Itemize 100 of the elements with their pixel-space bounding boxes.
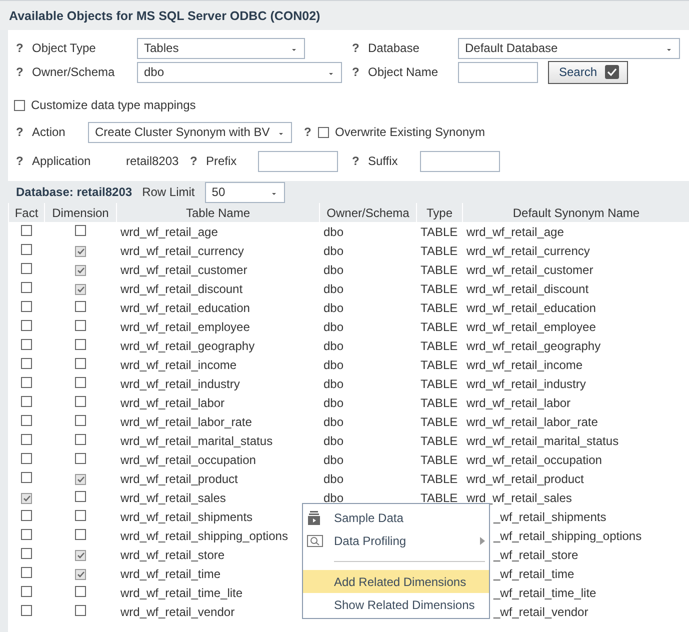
table-cell: wrd_wf_retail_geography xyxy=(466,338,601,352)
checkbox[interactable] xyxy=(21,586,32,596)
checkbox[interactable] xyxy=(75,264,86,276)
column-header[interactable]: Default Synonym Name xyxy=(462,203,689,222)
checkbox[interactable] xyxy=(75,490,86,502)
checkbox[interactable] xyxy=(21,452,32,464)
checkbox[interactable] xyxy=(75,510,86,520)
dropdown[interactable]: Default Database xyxy=(458,38,680,58)
checkbox[interactable] xyxy=(21,528,32,540)
table-cell: wrd_wf_retail_labor_rate xyxy=(466,414,598,428)
checkbox[interactable] xyxy=(21,566,32,578)
checkbox[interactable] xyxy=(21,434,32,444)
table-cell: _wf_retail_shipments xyxy=(494,510,606,524)
table-cell: wrd_wf_retail_age xyxy=(120,224,218,238)
help-icon[interactable]: ? xyxy=(304,125,312,139)
table-cell: dbo xyxy=(324,282,344,296)
checkbox[interactable] xyxy=(21,300,32,312)
checkbox[interactable] xyxy=(21,244,32,254)
table-cell: wrd_wf_retail_store xyxy=(120,548,225,562)
help-icon[interactable]: ? xyxy=(352,41,360,55)
checkbox[interactable] xyxy=(21,396,32,406)
search-button[interactable]: Search xyxy=(548,60,628,84)
checkbox[interactable] xyxy=(21,548,32,558)
checkbox[interactable] xyxy=(75,586,86,596)
row-limit-label: Row Limit xyxy=(142,185,195,199)
checkbox[interactable] xyxy=(75,434,86,444)
checkbox[interactable] xyxy=(75,338,86,350)
checkbox[interactable] xyxy=(318,126,329,138)
menu-item[interactable]: Data Profiling xyxy=(303,529,489,552)
table-cell: TABLE xyxy=(420,472,458,486)
table-cell: wrd_wf_retail_labor_rate xyxy=(120,414,252,428)
input-field[interactable] xyxy=(420,150,500,172)
column-header[interactable]: Type xyxy=(416,203,462,222)
input-field[interactable] xyxy=(258,150,338,172)
checkbox[interactable] xyxy=(75,550,86,560)
table-cell: _wf_retail_time xyxy=(494,566,574,580)
checkbox[interactable] xyxy=(75,528,86,540)
field-label: Object Name xyxy=(368,65,438,79)
table-cell: wrd_wf_retail_time_lite xyxy=(120,586,243,600)
checkbox[interactable] xyxy=(75,320,86,330)
input-field[interactable] xyxy=(458,62,538,82)
table-cell: TABLE xyxy=(420,490,458,504)
checkbox[interactable] xyxy=(75,474,86,484)
help-icon[interactable]: ? xyxy=(16,65,24,79)
column-header[interactable]: Fact xyxy=(8,203,44,222)
dropdown[interactable]: dbo xyxy=(137,62,342,82)
checkbox[interactable] xyxy=(21,262,32,274)
checkbox[interactable] xyxy=(21,282,32,292)
checkbox[interactable] xyxy=(75,604,86,616)
field-label: Action xyxy=(32,125,66,139)
help-icon[interactable]: ? xyxy=(16,41,24,55)
window-title: Available Objects for MS SQL Server ODBC (CON02) xyxy=(9,8,320,22)
checkbox[interactable] xyxy=(21,338,32,350)
help-icon[interactable]: ? xyxy=(16,125,24,139)
dropdown[interactable]: Tables xyxy=(137,38,305,58)
checkbox[interactable] xyxy=(75,284,86,294)
table-cell: wrd_wf_retail_employee xyxy=(466,320,596,334)
submenu-arrow-icon xyxy=(480,536,485,544)
checkbox[interactable] xyxy=(21,224,32,236)
table-cell: TABLE xyxy=(420,300,458,314)
checkbox[interactable] xyxy=(75,300,86,312)
help-icon[interactable]: ? xyxy=(352,65,360,79)
checkbox[interactable] xyxy=(21,510,32,520)
checkbox[interactable] xyxy=(21,492,32,504)
help-icon[interactable]: ? xyxy=(352,154,360,168)
checkbox[interactable] xyxy=(21,472,32,482)
table-cell: wrd_wf_retail_discount xyxy=(120,282,243,296)
menu-item[interactable]: Sample Data xyxy=(303,506,489,529)
checkbox[interactable] xyxy=(21,604,32,616)
table-cell: TABLE xyxy=(420,358,458,372)
checkbox[interactable] xyxy=(75,246,86,256)
column-header[interactable]: Dimension xyxy=(44,203,116,222)
column-header[interactable]: Owner/Schema xyxy=(320,203,416,222)
menu-item[interactable]: Add Related Dimensions xyxy=(303,570,489,593)
checkbox[interactable] xyxy=(14,100,25,110)
dropdown[interactable]: 50 xyxy=(204,182,285,202)
table-cell: wrd_wf_retail_vendor xyxy=(120,604,235,618)
checkbox[interactable] xyxy=(21,320,32,330)
checkbox[interactable] xyxy=(75,414,86,426)
application-value: retail8203 xyxy=(126,154,180,168)
checkbox[interactable] xyxy=(75,452,86,464)
table-cell: _wf_retail_shipping_options xyxy=(494,528,642,542)
table-cell: dbo xyxy=(324,358,344,372)
checkbox[interactable] xyxy=(21,376,32,388)
checkbox[interactable] xyxy=(21,414,32,426)
help-icon[interactable]: ? xyxy=(16,154,24,168)
checkbox[interactable] xyxy=(21,358,32,368)
table-cell: wrd_wf_retail_income xyxy=(466,358,583,372)
checkbox[interactable] xyxy=(75,224,86,236)
checkbox[interactable] xyxy=(75,376,86,388)
column-header[interactable]: Table Name xyxy=(116,203,320,222)
field-label: Application xyxy=(32,154,91,168)
help-icon[interactable]: ? xyxy=(190,154,198,168)
checkbox[interactable] xyxy=(75,358,86,368)
check-icon xyxy=(605,65,620,79)
menu-item[interactable]: Show Related Dimensions xyxy=(303,593,489,616)
table-cell: wrd_wf_retail_employee xyxy=(120,320,250,334)
dropdown[interactable]: Create Cluster Synonym with BV xyxy=(88,122,292,142)
checkbox[interactable] xyxy=(75,396,86,406)
checkbox[interactable] xyxy=(75,568,86,580)
